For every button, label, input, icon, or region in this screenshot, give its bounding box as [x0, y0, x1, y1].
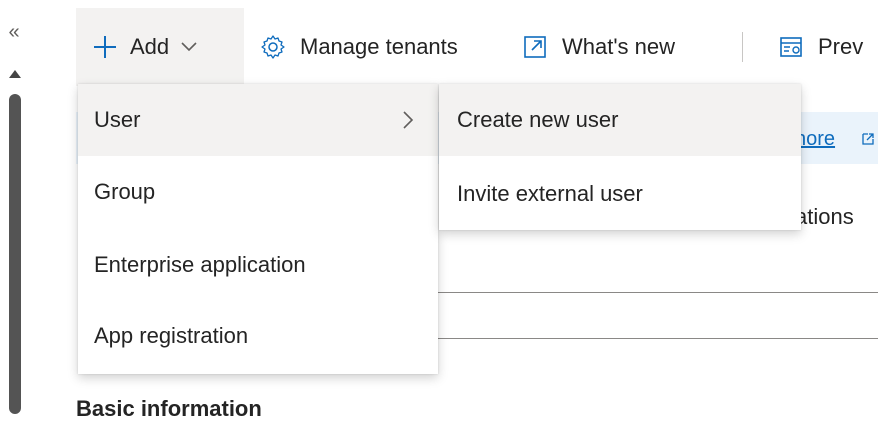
menu-item-enterprise-application[interactable]: Enterprise application	[78, 229, 438, 301]
scrollbar-thumb[interactable]	[9, 94, 21, 414]
menu-item-label: App registration	[94, 323, 249, 348]
divider	[420, 292, 878, 293]
manage-tenants-button[interactable]: Manage tenants	[260, 8, 458, 86]
collapse-sidebar-button[interactable]: «	[4, 22, 24, 42]
menu-item-invite-external-user[interactable]: Invite external user	[439, 158, 801, 230]
plus-icon	[92, 34, 118, 60]
gear-icon	[260, 34, 286, 60]
menu-item-label: Enterprise application	[94, 252, 306, 277]
add-button[interactable]: Add	[76, 8, 244, 86]
user-submenu: Create new user Invite external user	[439, 84, 801, 230]
whats-new-label: What's new	[562, 34, 676, 59]
divider	[420, 338, 878, 339]
manage-tenants-label: Manage tenants	[300, 34, 458, 59]
add-menu: User Group Enterprise application App re…	[78, 84, 438, 374]
open-external-icon	[861, 132, 875, 151]
scroll-up-arrow[interactable]	[9, 70, 21, 78]
preview-features-icon	[778, 34, 804, 60]
open-external-icon	[522, 34, 548, 60]
section-heading: Basic information	[76, 396, 262, 421]
menu-item-label: Group	[94, 179, 156, 204]
menu-item-label: Invite external user	[457, 181, 643, 206]
chevron-right-icon	[402, 110, 414, 136]
add-button-label: Add	[130, 34, 170, 59]
menu-item-app-registration[interactable]: App registration	[78, 300, 438, 372]
menu-item-user[interactable]: User	[78, 84, 438, 156]
menu-item-create-new-user[interactable]: Create new user	[439, 84, 801, 156]
menu-item-group[interactable]: Group	[78, 156, 438, 228]
chevron-down-icon	[181, 42, 197, 52]
command-bar: Add Manage tenants What's new Prev	[76, 8, 878, 86]
preview-features-label: Prev	[818, 34, 864, 59]
toolbar-divider	[742, 32, 743, 62]
preview-features-button[interactable]: Prev	[778, 8, 863, 86]
menu-item-label: User	[94, 107, 141, 132]
menu-item-label: Create new user	[457, 107, 619, 132]
learn-more-link[interactable]: nore	[795, 128, 835, 151]
whats-new-button[interactable]: What's new	[522, 8, 675, 86]
background-text: ations	[795, 204, 854, 229]
